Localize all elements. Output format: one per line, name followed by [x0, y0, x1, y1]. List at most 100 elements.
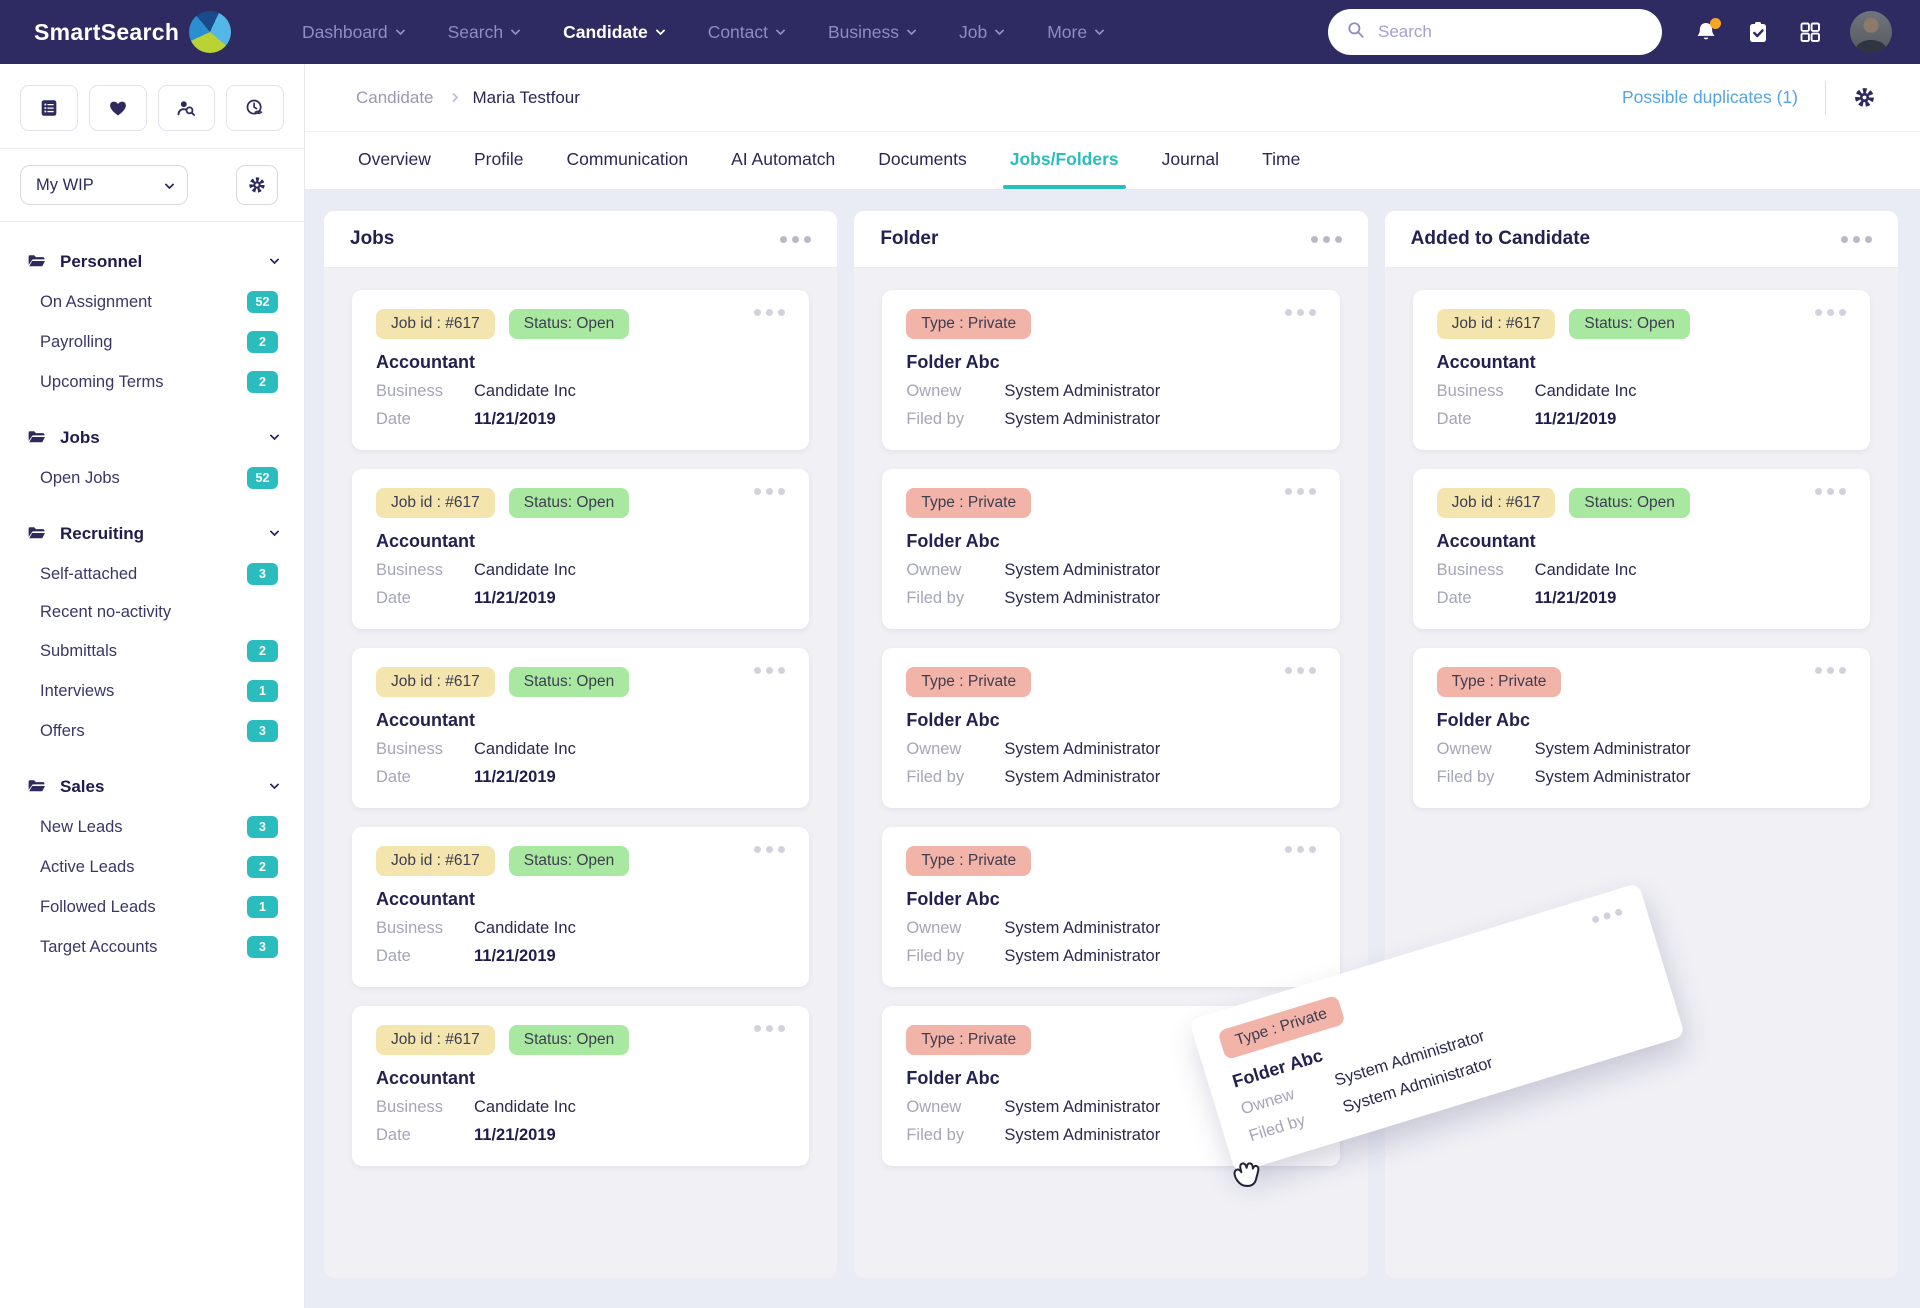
sidebar-item[interactable]: On Assignment 52 [0, 282, 304, 322]
card-menu-dots-icon[interactable] [754, 309, 786, 316]
sidebar-item[interactable]: Target Accounts 3 [0, 927, 304, 967]
column-menu-dots-icon[interactable] [1840, 235, 1872, 243]
card-title: Accountant [376, 710, 475, 730]
board-card[interactable]: Job id : #617 Status: Open Accountant Bus… [352, 290, 810, 450]
card-menu-dots-icon[interactable] [754, 488, 786, 495]
column-menu-dots-icon[interactable] [1310, 235, 1342, 243]
sidebar-item[interactable]: Recent no-activity [0, 594, 304, 631]
card-menu-dots-icon[interactable] [754, 667, 786, 674]
card-rows: Ownew System Administrator Filed by Syst… [906, 740, 1315, 787]
board-card[interactable]: Type : Private Folder Abc Ownew System A… [882, 827, 1340, 987]
global-search[interactable] [1328, 9, 1662, 55]
tab[interactable]: Jobs/Folders [1002, 149, 1126, 189]
possible-duplicates-link[interactable]: Possible duplicates (1) [1622, 87, 1798, 108]
card-menu-dots-icon[interactable] [1284, 488, 1316, 495]
tab[interactable]: Journal [1162, 149, 1219, 189]
breadcrumb-root[interactable]: Candidate [356, 88, 434, 108]
nav-menu-item[interactable]: Business [828, 22, 917, 43]
card-menu-dots-icon[interactable] [1814, 667, 1846, 674]
person-search-button[interactable] [157, 85, 216, 131]
recent-views-clock-eye-button[interactable] [226, 85, 284, 131]
wip-settings-button[interactable] [236, 165, 278, 205]
sidebar-item[interactable]: New Leads 3 [0, 807, 304, 847]
board-card[interactable]: Job id : #617 Status: Open Accountant Bus… [352, 1006, 810, 1166]
card-field-label: Business [376, 561, 443, 579]
card-field-value: Candidate Inc [1534, 561, 1637, 579]
tab[interactable]: Profile [474, 149, 524, 189]
favorites-heart-button[interactable] [88, 85, 147, 131]
card-field-value: Candidate Inc [474, 919, 576, 937]
card-badge: Type : Private [906, 1025, 1032, 1055]
board-card[interactable]: Type : Private Folder Abc Ownew System A… [1412, 648, 1870, 808]
tab[interactable]: Documents [878, 149, 967, 189]
card-rows: Ownew System Administrator Filed by Syst… [906, 919, 1315, 966]
board-card[interactable]: Job id : #617 Status: Open Accountant Bus… [1412, 469, 1870, 629]
card-badge: Type : Private [906, 488, 1032, 518]
tasks-clipboard-icon[interactable] [1746, 20, 1770, 44]
card-badges-row: Job id : #617 Status: Open [1436, 309, 1846, 339]
search-input[interactable] [1378, 22, 1644, 42]
sidebar-section-header[interactable]: Personnel [0, 241, 304, 282]
card-field-row: Business Candidate Inc [1437, 561, 1846, 580]
chevron-down-icon [269, 254, 280, 265]
board-card[interactable]: Type : Private Folder Abc Ownew System A… [882, 290, 1340, 450]
tab[interactable]: Overview [358, 149, 431, 189]
card-field-label: Filed by [906, 947, 965, 965]
column-title: Folder [880, 228, 939, 249]
sidebar-item[interactable]: Offers 3 [0, 711, 304, 751]
column-menu-dots-icon[interactable] [780, 235, 812, 243]
card-menu-dots-icon[interactable] [1814, 309, 1846, 316]
board-card[interactable]: Job id : #617 Status: Open Accountant Bus… [352, 827, 810, 987]
sidebar-item-label: Recent no-activity [40, 603, 172, 621]
sidebar-section-header[interactable]: Jobs [0, 417, 304, 458]
sidebar-item[interactable]: Self-attached 3 [0, 554, 304, 594]
notifications-bell-icon[interactable] [1694, 18, 1721, 44]
card-title: Accountant [376, 531, 475, 551]
sidebar-section-header[interactable]: Sales [0, 766, 304, 807]
card-field-row: Ownew System Administrator [906, 740, 1315, 759]
nav-menu-item[interactable]: Contact [708, 22, 786, 43]
card-menu-dots-icon[interactable] [754, 846, 786, 853]
card-field-value: 11/21/2019 [474, 947, 556, 965]
card-menu-dots-icon[interactable] [1591, 907, 1623, 924]
sidebar-item[interactable]: Active Leads 2 [0, 847, 304, 887]
nav-menu-item[interactable]: Candidate [563, 22, 666, 43]
chevron-down-icon [269, 430, 280, 441]
sidebar-item-label: Followed Leads [40, 897, 156, 916]
nav-menu-item[interactable]: More [1047, 22, 1105, 43]
sidebar-item[interactable]: Open Jobs 52 [0, 458, 304, 498]
board-card[interactable]: Job id : #617 Status: Open Accountant Bus… [352, 648, 810, 808]
card-menu-dots-icon[interactable] [1284, 309, 1316, 316]
apps-grid-icon[interactable] [1798, 20, 1822, 44]
board-card[interactable]: Type : Private Folder Abc Ownew System A… [882, 648, 1340, 808]
card-menu-dots-icon[interactable] [1284, 667, 1316, 674]
nav-menu-item[interactable]: Search [448, 22, 521, 43]
card-badge: Status: Open [508, 1025, 630, 1055]
card-menu-dots-icon[interactable] [1814, 488, 1846, 495]
wip-select[interactable]: My WIP [20, 165, 188, 205]
nav-menu-item[interactable]: Job [959, 22, 1005, 43]
card-field-row: Filed by System Administrator [906, 589, 1315, 608]
navbar-icons [1694, 11, 1892, 53]
card-menu-dots-icon[interactable] [1284, 846, 1316, 853]
card-menu-dots-icon[interactable] [754, 1025, 786, 1032]
sidebar-section-header[interactable]: Recruiting [0, 513, 304, 554]
nav-menu-item[interactable]: Dashboard [302, 22, 406, 43]
sidebar-item[interactable]: Submittals 2 [0, 631, 304, 671]
tab[interactable]: AI Automatch [731, 149, 835, 189]
list-view-button[interactable] [20, 85, 78, 131]
board-card[interactable]: Job id : #617 Status: Open Accountant Bus… [352, 469, 810, 629]
card-field-row: Date 11/21/2019 [1437, 410, 1846, 429]
tab[interactable]: Time [1262, 149, 1300, 189]
board-card[interactable]: Type : Private Folder Abc Ownew System A… [882, 469, 1340, 629]
board-card[interactable]: Job id : #617 Status: Open Accountant Bus… [1412, 290, 1870, 450]
sidebar-item[interactable]: Interviews 1 [0, 671, 304, 711]
user-avatar[interactable] [1850, 11, 1892, 53]
tab[interactable]: Communication [567, 149, 689, 189]
page-settings-gear-icon[interactable] [1853, 86, 1876, 109]
sidebar-section-label: Recruiting [60, 523, 145, 543]
brand[interactable]: SmartSearch [34, 11, 276, 53]
sidebar-item[interactable]: Upcoming Terms 2 [0, 362, 304, 402]
sidebar-item[interactable]: Payrolling 2 [0, 322, 304, 362]
sidebar-item[interactable]: Followed Leads 1 [0, 887, 304, 927]
